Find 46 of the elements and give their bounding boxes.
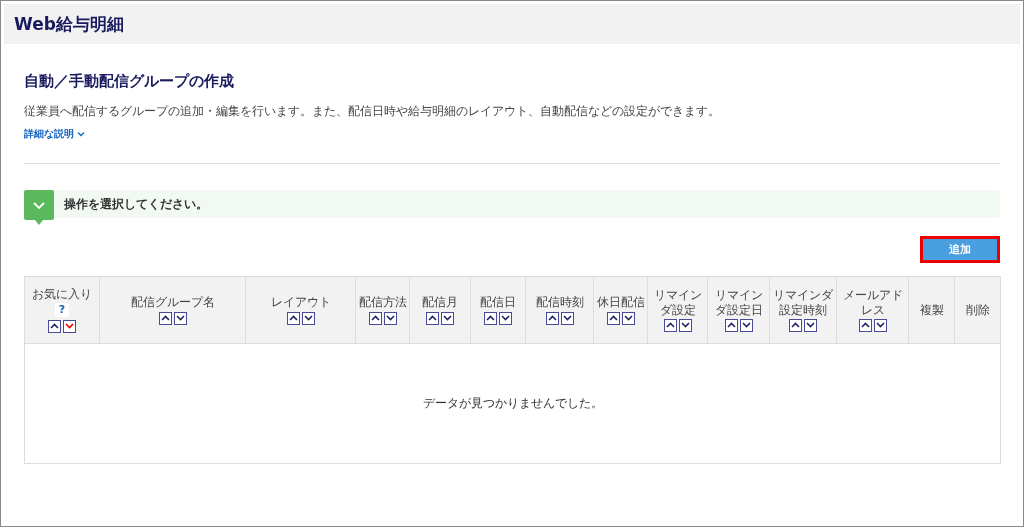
column-label: 配信月 xyxy=(421,295,459,310)
sort-ascending-button[interactable] xyxy=(368,311,382,325)
sort-descending-button[interactable] xyxy=(873,318,887,332)
sort-descending-button[interactable] xyxy=(499,311,512,325)
column-label: リマインダ設定 xyxy=(652,288,703,317)
column-label: 複製 xyxy=(918,302,945,318)
sort-descending-button[interactable] xyxy=(678,318,692,332)
sort-ascending-button[interactable] xyxy=(606,311,620,325)
details-link[interactable]: 詳細な説明 xyxy=(24,127,85,141)
sort-descending-button[interactable] xyxy=(739,318,753,332)
column-label: メールアドレス xyxy=(841,288,904,317)
sort-ascending-button[interactable] xyxy=(48,319,61,333)
sort-ascending-button[interactable] xyxy=(724,318,738,332)
sort-descending-button[interactable] xyxy=(441,311,454,325)
chevron-icon xyxy=(77,131,85,137)
sort-ascending-button[interactable] xyxy=(663,318,677,332)
empty-message: データが見つかりませんでした。 xyxy=(24,343,1001,464)
column-label: リマインダ設定日 xyxy=(713,288,764,317)
column-label: 削除 xyxy=(964,302,991,318)
page-description: 従業員へ配信するグループの追加・編集を行います。また、配信日時や給与明細のレイアウト、自動配信などの設定ができます。 xyxy=(24,103,721,120)
sort-ascending-button[interactable] xyxy=(858,318,872,332)
column-label: リマインダ設定時刻 xyxy=(772,288,834,317)
app-title: Web給与明細 xyxy=(14,12,124,36)
help-icon[interactable]: ? xyxy=(55,302,69,317)
sort-descending-button[interactable] xyxy=(804,318,817,332)
column-label: 配信時刻 xyxy=(534,295,585,310)
notice-message: 操作を選択してください。 xyxy=(64,195,208,213)
sort-descending-button[interactable] xyxy=(173,311,187,325)
sort-descending-button[interactable] xyxy=(301,311,315,325)
page-title: 自動／手動配信グループの作成 xyxy=(24,72,235,91)
column-label: 休日配信 xyxy=(595,295,646,310)
column-label: レイアウト xyxy=(269,295,332,310)
sort-ascending-button[interactable] xyxy=(484,311,497,325)
column-label: 配信日 xyxy=(479,295,517,310)
sort-ascending-button[interactable] xyxy=(545,311,559,325)
sort-descending-button[interactable] xyxy=(63,319,76,333)
sort-descending-button[interactable] xyxy=(383,311,397,325)
column-label: 配信方法 xyxy=(357,295,408,310)
sort-ascending-button[interactable] xyxy=(286,311,300,325)
sort-descending-button[interactable] xyxy=(621,311,635,325)
column-label: お気に入り xyxy=(31,287,93,302)
sort-ascending-button[interactable] xyxy=(789,318,802,332)
sort-ascending-button[interactable] xyxy=(426,311,439,325)
sort-ascending-button[interactable] xyxy=(158,311,172,325)
sort-descending-button[interactable] xyxy=(560,311,574,325)
column-label: 配信グループ名 xyxy=(129,295,216,310)
